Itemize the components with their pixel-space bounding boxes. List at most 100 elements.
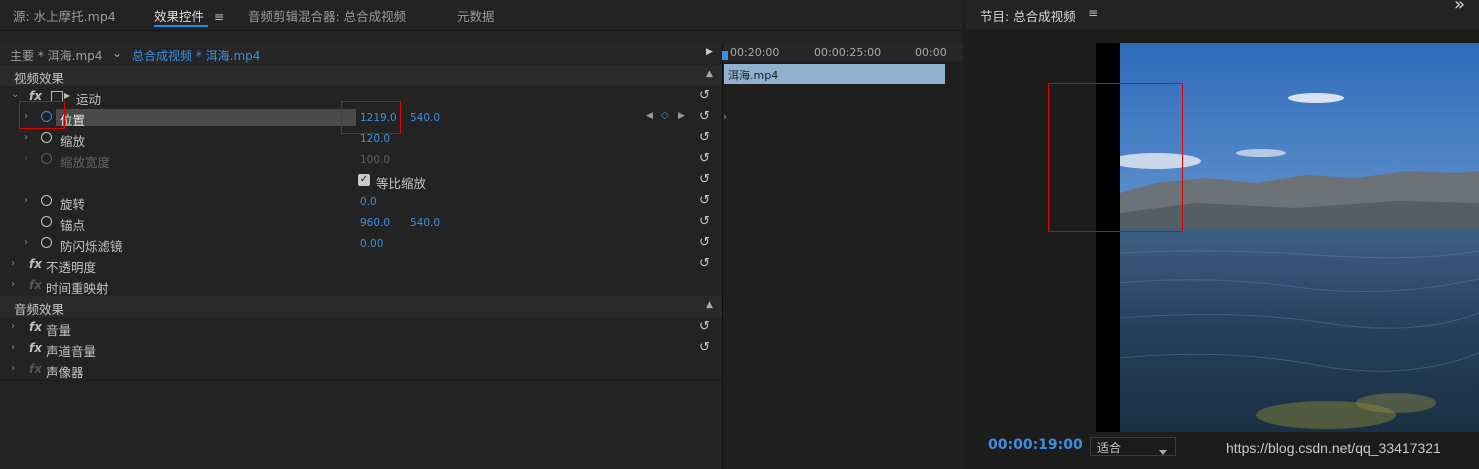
time-remap-label: 时间重映射 bbox=[46, 281, 109, 296]
add-keyframe-icon[interactable]: ◇ bbox=[661, 110, 669, 121]
hamburger-icon[interactable]: ≡ bbox=[1088, 6, 1098, 20]
reset-icon[interactable]: ↺ bbox=[699, 340, 710, 355]
property-row-anti-flicker[interactable]: › 防闪烁滤镜 0.00 ↺ bbox=[0, 233, 722, 255]
volume-label: 音量 bbox=[46, 323, 72, 338]
hamburger-icon[interactable]: ≡ bbox=[214, 9, 224, 24]
collapse-up-icon[interactable]: ▲ bbox=[706, 69, 713, 79]
effect-row-volume[interactable]: › fx 音量 ↺ bbox=[0, 317, 722, 339]
reset-icon[interactable]: ↺ bbox=[699, 193, 710, 208]
chevron-right-icon[interactable]: › bbox=[11, 279, 15, 290]
property-row-scale-width: › 缩放宽度 100.0 ↺ bbox=[0, 149, 722, 171]
video-effects-title: 视频效果 bbox=[14, 71, 65, 86]
program-tab-bar: 节目: 总合成视频 ≡ » bbox=[966, 0, 1479, 30]
audio-effects-title: 音频效果 bbox=[14, 302, 65, 317]
tab-audio-mixer[interactable]: 音频剪辑混合器: 总合成视频 bbox=[248, 6, 406, 25]
sequence-selector: 主要 * 洱海.mp4 ⌄ 总合成视频 * 洱海.mp4 ▶ bbox=[0, 44, 722, 64]
reset-icon[interactable]: ↺ bbox=[699, 172, 710, 187]
master-clip-label[interactable]: 主要 * 洱海.mp4 bbox=[10, 47, 102, 64]
property-row-rotation[interactable]: › 旋转 0.0 ↺ bbox=[0, 191, 722, 213]
reset-icon[interactable]: ↺ bbox=[699, 130, 710, 145]
playhead-icon[interactable] bbox=[722, 51, 728, 60]
chevron-right-icon[interactable]: › bbox=[11, 363, 15, 374]
reset-icon[interactable]: ↺ bbox=[699, 88, 710, 103]
time-mark: 00:00 bbox=[915, 46, 947, 59]
panner-label: 声像器 bbox=[46, 365, 84, 380]
video-effects-header: 视频效果 ▲ bbox=[0, 65, 722, 87]
effect-row-opacity[interactable]: › fx 不透明度 ↺ bbox=[0, 254, 722, 276]
highlight-box-position-label bbox=[19, 101, 65, 129]
prev-keyframe-icon[interactable]: ◀ bbox=[646, 111, 653, 121]
scale-width-label: 缩放宽度 bbox=[60, 155, 111, 170]
chevron-down-icon[interactable]: ⌄ bbox=[112, 46, 122, 60]
chevron-down-icon[interactable]: ⌄ bbox=[11, 89, 19, 100]
chevron-right-icon[interactable]: › bbox=[24, 132, 28, 143]
time-mark: 00:20:00 bbox=[730, 46, 780, 59]
scale-value[interactable]: 120.0 bbox=[360, 133, 390, 145]
playhead-timecode[interactable]: 00:00:19:00 bbox=[988, 437, 1083, 453]
selection-highlight bbox=[56, 109, 356, 126]
tab-metadata[interactable]: 元数据 bbox=[457, 6, 495, 25]
effect-row-channel-volume[interactable]: › fx 声道音量 ↺ bbox=[0, 338, 722, 360]
clip-label: 洱海.mp4 bbox=[728, 69, 779, 82]
chevron-down-icon bbox=[1159, 444, 1167, 458]
reset-icon[interactable]: ↺ bbox=[699, 256, 710, 271]
reset-icon[interactable]: ↺ bbox=[699, 109, 710, 124]
anti-flicker-label: 防闪烁滤镜 bbox=[60, 239, 123, 254]
reset-icon[interactable]: ↺ bbox=[699, 319, 710, 334]
highlight-box-position-value bbox=[341, 101, 401, 134]
program-title[interactable]: 节目: 总合成视频 bbox=[980, 6, 1076, 25]
anchor-y-value[interactable]: 540.0 bbox=[410, 217, 440, 229]
collapse-up-icon[interactable]: ▲ bbox=[706, 300, 713, 310]
reset-icon[interactable]: ↺ bbox=[699, 235, 710, 250]
highlight-box-preview-edge bbox=[1048, 83, 1183, 232]
panel-tab-bar: 源: 水上摩托.mp4 效果控件 ≡ 音频剪辑混合器: 总合成视频 元数据 bbox=[0, 0, 962, 31]
fx-icon[interactable]: fx bbox=[29, 341, 42, 355]
opacity-label: 不透明度 bbox=[46, 260, 97, 275]
effect-timeline[interactable]: 00:20:00 00:00:25:00 00:00 › bbox=[722, 44, 963, 469]
anti-flicker-value[interactable]: 0.00 bbox=[360, 238, 383, 250]
next-keyframe-icon[interactable]: ▶ bbox=[678, 111, 685, 121]
chevron-right-icon[interactable]: › bbox=[11, 342, 15, 353]
rotation-value[interactable]: 0.0 bbox=[360, 196, 377, 208]
position-y-value[interactable]: 540.0 bbox=[410, 112, 440, 124]
play-small-icon: ▶ bbox=[64, 91, 71, 100]
reset-icon[interactable]: ↺ bbox=[699, 214, 710, 229]
reset-icon[interactable]: ↺ bbox=[699, 151, 710, 166]
stopwatch-icon[interactable] bbox=[41, 132, 52, 143]
uniform-scale-checkbox[interactable]: ✓ bbox=[358, 174, 370, 186]
effect-row-time-remap[interactable]: › fx 时间重映射 bbox=[0, 275, 722, 297]
fx-icon: fx bbox=[29, 278, 42, 292]
stopwatch-icon[interactable] bbox=[41, 237, 52, 248]
fx-icon[interactable]: fx bbox=[29, 257, 42, 271]
effect-row-panner[interactable]: › fx 声像器 bbox=[0, 359, 722, 381]
property-row-uniform-scale: ✓ 等比缩放 ↺ bbox=[0, 170, 722, 192]
chevron-right-icon: › bbox=[723, 112, 727, 123]
property-row-anchor[interactable]: 锚点 960.0 540.0 ↺ bbox=[0, 212, 722, 234]
stopwatch-icon bbox=[41, 153, 52, 164]
chevron-right-icon[interactable]: › bbox=[24, 195, 28, 206]
tab-source[interactable]: 源: 水上摩托.mp4 bbox=[13, 6, 116, 25]
sequence-clip-label[interactable]: 总合成视频 * 洱海.mp4 bbox=[132, 47, 260, 64]
stopwatch-icon[interactable] bbox=[41, 195, 52, 206]
fit-value: 适合 bbox=[1097, 441, 1122, 455]
uniform-scale-label: 等比缩放 bbox=[376, 176, 427, 191]
anchor-x-value[interactable]: 960.0 bbox=[360, 217, 390, 229]
stopwatch-icon[interactable] bbox=[41, 216, 52, 227]
chevron-right-icon[interactable]: › bbox=[24, 237, 28, 248]
tab-effect-controls[interactable]: 效果控件 ≡ bbox=[154, 6, 224, 27]
time-ruler[interactable]: 00:20:00 00:00:25:00 00:00 bbox=[722, 44, 963, 62]
scale-width-value: 100.0 bbox=[360, 154, 391, 166]
chevron-right-icon[interactable]: › bbox=[11, 321, 15, 332]
rotation-label: 旋转 bbox=[60, 197, 86, 212]
timeline-clip[interactable]: 洱海.mp4 bbox=[724, 64, 945, 84]
tab-effect-controls-label: 效果控件 bbox=[154, 9, 205, 24]
audio-effects-header: 音频效果 ▲ bbox=[0, 296, 722, 318]
scale-label: 缩放 bbox=[60, 134, 86, 149]
channel-volume-label: 声道音量 bbox=[46, 344, 97, 359]
fx-icon[interactable]: fx bbox=[29, 320, 42, 334]
play-only-icon[interactable]: ▶ bbox=[706, 47, 713, 57]
expand-icon[interactable]: » bbox=[1454, 0, 1465, 15]
chevron-right-icon: › bbox=[24, 153, 28, 164]
chevron-right-icon[interactable]: › bbox=[11, 258, 15, 269]
fit-dropdown[interactable]: 适合 bbox=[1090, 437, 1176, 456]
